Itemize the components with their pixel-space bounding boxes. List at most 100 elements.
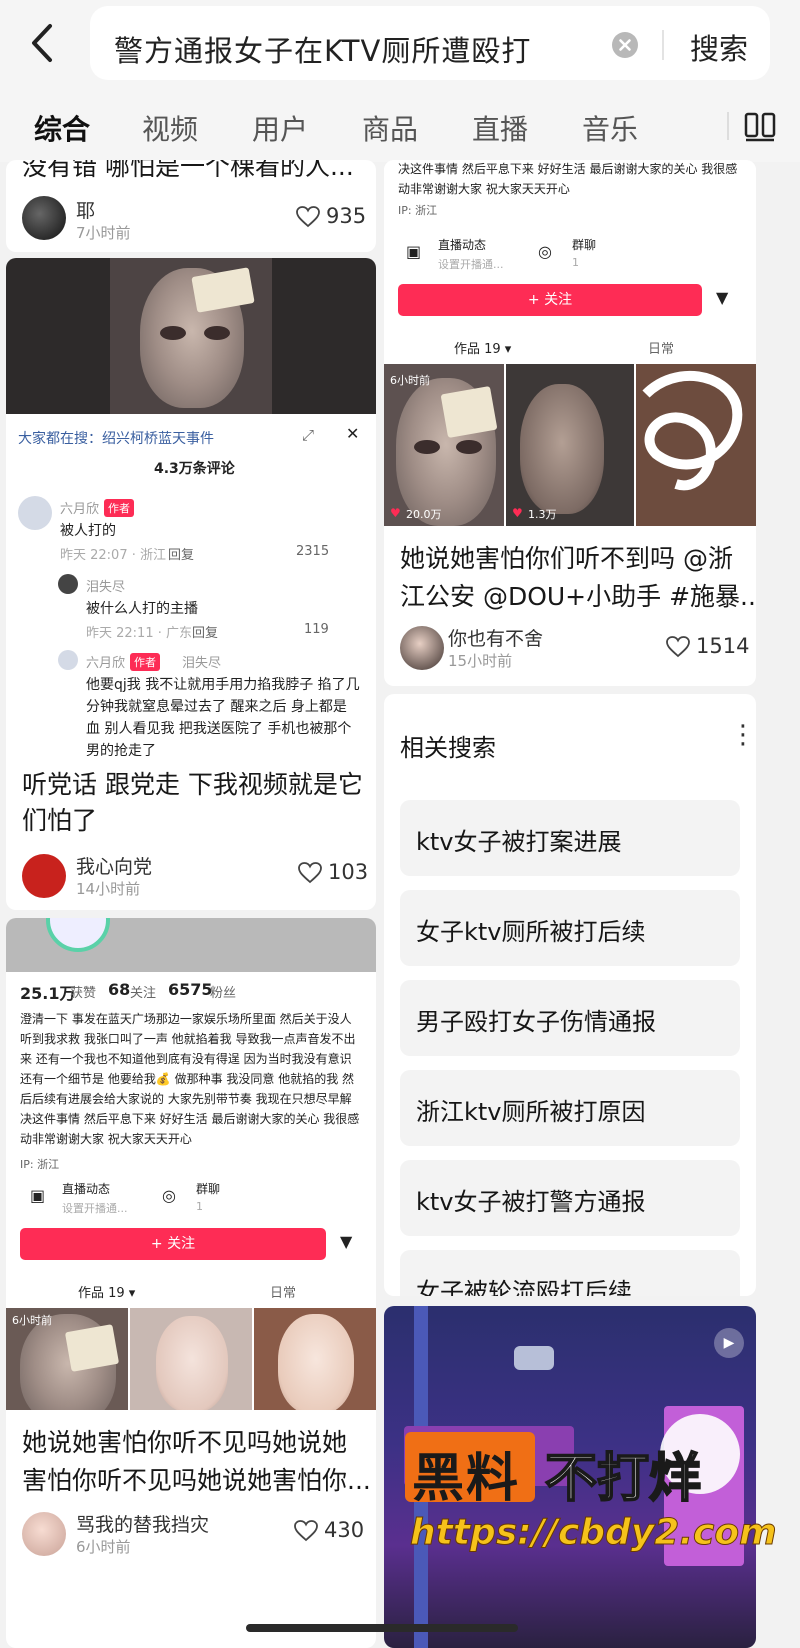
- clear-icon[interactable]: [612, 32, 638, 58]
- result-card[interactable]: 25.1万 获赞 68 关注 6575 粉丝 澄清一下 事发在蓝天广场那边一家娱…: [6, 918, 376, 1648]
- live-icon: ▣: [406, 242, 422, 261]
- card-title: 害怕你听不见吗她说她害怕你...: [22, 1466, 371, 1495]
- work-thumbnail: [130, 1308, 252, 1410]
- work-thumbnail: 6小时前: [6, 1308, 128, 1410]
- related-label: ktv女子被打案进展: [416, 828, 622, 856]
- search-button[interactable]: 搜索: [690, 26, 748, 68]
- thumb-time: 6小时前: [12, 1314, 52, 1327]
- result-card[interactable]: 大家都在搜：绍兴柯桥蓝天事件 ⤢ ✕ 4.3万条评论 六月欣 作者 被人打的 昨…: [6, 258, 376, 910]
- tab-comprehensive[interactable]: 综合: [34, 108, 90, 148]
- avatar[interactable]: [22, 854, 66, 898]
- comment-text: 他要qj我 我不让就用手用力掐我脖子 掐了几: [86, 677, 360, 693]
- dropdown-icon: ▼: [716, 288, 729, 307]
- related-item[interactable]: 浙江ktv厕所被打原因: [400, 1070, 740, 1146]
- tab-video[interactable]: 视频: [142, 108, 198, 148]
- tab-music[interactable]: 音乐: [582, 108, 638, 148]
- heart-icon: ♥: [512, 506, 523, 520]
- search-results-page: 警方通报女子在KTV厕所遭殴打 搜索 综合 视频 用户 商品 直播 音乐 没有错…: [0, 0, 800, 1648]
- heart-icon[interactable]: [296, 206, 320, 228]
- avatar[interactable]: [400, 626, 444, 670]
- like-count: 103: [328, 860, 369, 884]
- card-title: 没有错 哪怕是一个棵看的人...: [22, 160, 354, 181]
- related-label: ktv女子被打警方通报: [416, 1188, 646, 1216]
- like-count: 1514: [696, 634, 750, 658]
- search-input[interactable]: 警方通报女子在KTV厕所遭殴打: [114, 28, 531, 70]
- work-thumbnail: ♥ 1.3万: [506, 364, 634, 526]
- result-card[interactable]: 决这件事情 然后平息下来 好好生活 最后谢谢大家的关心 我很感 动非常谢谢大家 …: [384, 160, 756, 686]
- back-arrow-icon[interactable]: [22, 18, 62, 68]
- author-name[interactable]: 耶: [76, 196, 95, 223]
- group-sub: 1: [196, 1200, 203, 1213]
- author-name[interactable]: 骂我的替我挡灾: [76, 1510, 209, 1537]
- related-item[interactable]: 男子殴打女子伤情通报: [400, 980, 740, 1056]
- heart-icon[interactable]: [298, 862, 322, 884]
- search-box[interactable]: 警方通报女子在KTV厕所遭殴打 搜索: [90, 6, 770, 80]
- author-name[interactable]: 我心向党: [76, 852, 152, 879]
- more-icon[interactable]: ⋮: [730, 722, 756, 748]
- related-label: 男子殴打女子伤情通报: [416, 1008, 656, 1036]
- live-label: 直播动态: [438, 238, 487, 252]
- reply-link: 回复: [192, 626, 219, 641]
- likes-label: 获赞: [70, 986, 97, 1001]
- following-stat: 68: [108, 980, 131, 999]
- profile-header: [6, 918, 376, 972]
- video-play-icon[interactable]: ▶: [714, 1328, 744, 1358]
- tab-divider: [727, 112, 729, 140]
- result-card[interactable]: 没有错 哪怕是一个棵看的人... 耶 7小时前 935: [6, 160, 376, 252]
- comment-text: 男的抢走了: [86, 743, 156, 756]
- bio-line: 后后续有进展会给大家说的 大家先别带节奏 我现在只想尽早解: [20, 1092, 352, 1106]
- thumb-likes: 1.3万: [528, 508, 557, 521]
- heart-icon[interactable]: [294, 1520, 318, 1542]
- related-label: 女子被轮流殴打后续: [416, 1278, 632, 1296]
- video-thumbnail[interactable]: 25.1万 获赞 68 关注 6575 粉丝 澄清一下 事发在蓝天广场那边一家娱…: [6, 918, 376, 1410]
- dropdown-icon: ▼: [340, 1232, 353, 1251]
- thumb-time: 6小时前: [390, 374, 430, 387]
- related-item[interactable]: ktv女子被打警方通报: [400, 1160, 740, 1236]
- scribble-overlay: [642, 370, 743, 491]
- tab-products[interactable]: 商品: [362, 108, 418, 148]
- heart-icon: ♥: [390, 506, 401, 520]
- filter-icon[interactable]: [744, 112, 776, 142]
- card-title: 她说她害怕你们听不到吗 @浙: [400, 544, 733, 573]
- avatar[interactable]: [22, 196, 66, 240]
- works-tab: 作品 19 ▾: [78, 1286, 136, 1301]
- search-hint: 大家都在搜：绍兴柯桥蓝天事件: [18, 431, 214, 447]
- post-time: 7小时前: [76, 224, 131, 242]
- avatar: [58, 650, 78, 670]
- bio-line: 决这件事情 然后平息下来 好好生活 最后谢谢大家的关心 我很感: [20, 1112, 360, 1126]
- work-thumbnail: [636, 364, 756, 526]
- comment-user: 六月欣: [60, 502, 100, 517]
- reply-link: 回复: [168, 548, 195, 563]
- like-count: 430: [324, 1518, 365, 1542]
- live-sub: 设置开播通...: [438, 258, 504, 271]
- fans-stat: 6575: [168, 980, 213, 999]
- post-time: 14小时前: [76, 880, 141, 898]
- comment-screenshot: 大家都在搜：绍兴柯桥蓝天事件 ⤢ ✕ 4.3万条评论 六月欣 作者 被人打的 昨…: [6, 414, 376, 756]
- author-name[interactable]: 你也有不舍: [448, 624, 543, 651]
- avatar: [18, 496, 52, 530]
- heart-icon[interactable]: [666, 636, 690, 658]
- home-indicator[interactable]: [246, 1624, 518, 1632]
- close-icon: ✕: [346, 424, 360, 443]
- card-title: 们怕了: [22, 806, 98, 835]
- card-title: 听党话 跟党走 下我视频就是它: [22, 770, 363, 799]
- tab-live[interactable]: 直播: [472, 108, 528, 148]
- avatar[interactable]: [22, 1512, 66, 1556]
- live-label: 直播动态: [62, 1182, 111, 1196]
- related-item[interactable]: 女子ktv厕所被打后续: [400, 890, 740, 966]
- comment-likes: 119: [304, 622, 329, 637]
- tab-users[interactable]: 用户: [252, 108, 308, 148]
- search-divider: [662, 30, 664, 60]
- author-tag: 作者: [130, 653, 160, 671]
- related-item[interactable]: ktv女子被打案进展: [400, 800, 740, 876]
- related-item[interactable]: 女子被轮流殴打后续: [400, 1250, 740, 1296]
- comment-user: 六月欣: [86, 656, 126, 671]
- watermark-url: https://cbdy2.com: [410, 1512, 778, 1554]
- work-thumbnail: 6小时前 ♥ 20.0万: [384, 364, 504, 526]
- reply-to: 泪失尽: [182, 656, 222, 671]
- video-thumbnail[interactable]: 大家都在搜：绍兴柯桥蓝天事件 ⤢ ✕ 4.3万条评论 六月欣 作者 被人打的 昨…: [6, 258, 376, 756]
- top-bar: 警方通报女子在KTV厕所遭殴打 搜索: [0, 0, 800, 90]
- bio-line: 来 还有一个我也不知道他到底有没有得逞 因为当时我没有意识: [20, 1052, 352, 1066]
- video-thumbnail[interactable]: 决这件事情 然后平息下来 好好生活 最后谢谢大家的关心 我很感 动非常谢谢大家 …: [384, 160, 756, 526]
- group-icon: ◎: [538, 242, 552, 261]
